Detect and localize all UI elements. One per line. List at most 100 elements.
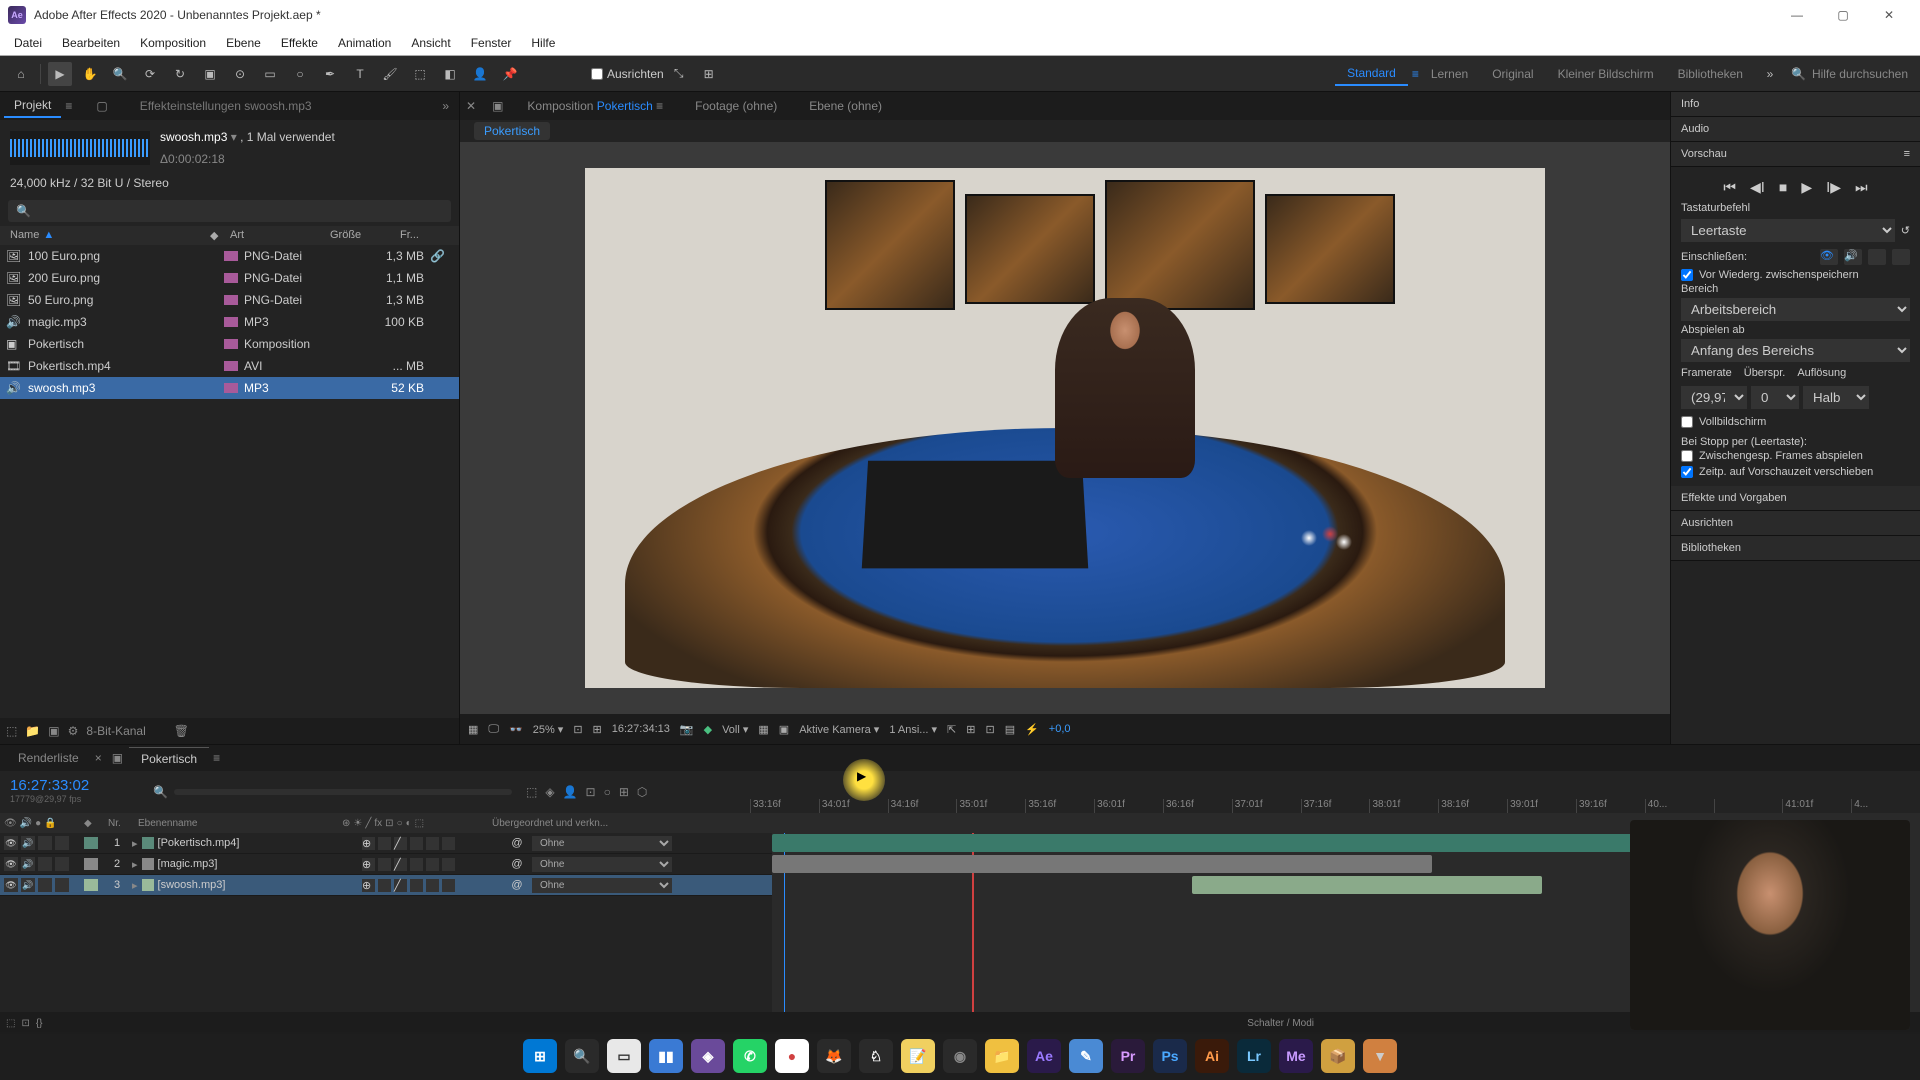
ruler-tick[interactable]: 36:01f [1094,799,1163,813]
project-item[interactable]: 🖼 50 Euro.png PNG-Datei 1,3 MB [0,289,459,311]
panel-audio[interactable]: Audio [1671,117,1920,142]
col-audio-icon[interactable]: 🔊 [20,818,32,829]
timeline-search-icon[interactable]: 🔍 [153,785,168,799]
brainstorm-icon[interactable]: ⬡ [637,785,647,799]
workspace-overflow-icon[interactable]: » [1758,62,1782,86]
comp-mini-flowchart-icon[interactable]: ⬚ [526,785,537,799]
project-item[interactable]: 🎞 Pokertisch.mp4 AVI ... MB [0,355,459,377]
puppet-tool-icon[interactable]: 📌 [498,62,522,86]
layer-row[interactable]: 👁 🔊 2 ▸ [magic.mp3] ⊕ ╱ @ Ohne [0,854,772,875]
taskbar-app[interactable]: ● [775,1039,809,1073]
workspace-kleiner[interactable]: Kleiner Bildschirm [1546,63,1666,85]
project-item[interactable]: 🔊 magic.mp3 MP3 100 KB [0,311,459,333]
label-color[interactable] [224,251,238,261]
col-name[interactable]: Name [10,229,39,241]
framerate-select[interactable]: (29,97) [1681,386,1747,409]
help-search[interactable]: 🔍 Hilfe durchsuchen [1785,65,1914,83]
panel-overflow-icon[interactable]: » [436,99,455,113]
col-solo-icon[interactable]: ● [35,818,41,829]
ruler-tick[interactable]: 41:01f [1782,799,1851,813]
snap-checkbox[interactable] [591,68,603,80]
draft-3d-icon[interactable]: ◈ [545,785,554,799]
twirl-icon[interactable]: ▸ [132,879,138,892]
maximize-button[interactable]: ▢ [1820,0,1866,30]
col-size[interactable]: Größe [326,229,396,242]
camera-snapshot-icon[interactable]: 📷 [680,723,694,736]
lock-toggle[interactable] [55,857,69,871]
eraser-tool-icon[interactable]: ◧ [438,62,462,86]
menu-hilfe[interactable]: Hilfe [521,32,565,54]
taskbar-app[interactable]: Ps [1153,1039,1187,1073]
switch-5[interactable] [426,837,439,850]
switch-3[interactable]: ╱ [394,858,407,871]
close-button[interactable]: ✕ [1866,0,1912,30]
timecode-display[interactable]: 16:27:34:13 [612,723,670,735]
last-frame-icon[interactable]: ⏭ [1855,179,1868,196]
switch-3[interactable]: ╱ [394,879,407,892]
ruler-tick[interactable]: 36:16f [1163,799,1232,813]
include-audio-icon[interactable]: 🔊 [1844,249,1862,265]
roto-tool-icon[interactable]: 👤 [468,62,492,86]
switch-4[interactable] [410,879,423,892]
taskbar-app[interactable]: Ae [1027,1039,1061,1073]
fullscreen-checkbox[interactable] [1681,416,1693,428]
label-color[interactable] [224,273,238,283]
layer-clip[interactable] [1192,876,1542,894]
include-video-icon[interactable]: 👁 [1820,249,1838,265]
pixel-aspect-icon[interactable]: ▤ [1005,723,1015,736]
first-frame-icon[interactable]: ⏮ [1723,179,1736,196]
col-lock-icon[interactable]: 🔒 [44,818,56,829]
range-select[interactable]: Arbeitsbereich [1681,298,1910,321]
taskbar-app[interactable]: ◈ [691,1039,725,1073]
layer-row[interactable]: 👁 🔊 1 ▸ [Pokertisch.mp4] ⊕ ╱ @ Ohne [0,833,772,854]
menu-ansicht[interactable]: Ansicht [401,32,460,54]
label-color[interactable] [224,295,238,305]
panel-menu-icon[interactable]: ≡ [1904,148,1910,160]
tab-komposition[interactable]: Komposition Pokertisch ≡ [519,95,671,117]
include-overlays-icon[interactable] [1868,249,1886,265]
sort-asc-icon[interactable]: ▲ [43,229,54,241]
viewer-comp-icon[interactable]: ▣ [492,99,503,113]
cached-frames-checkbox[interactable] [1681,450,1693,462]
viewer-lock-icon[interactable]: ✕ [466,99,476,113]
taskbar-app[interactable]: ✎ [1069,1039,1103,1073]
hand-tool-icon[interactable]: ✋ [78,62,102,86]
preview-res-select[interactable]: Halb [1803,386,1869,409]
clone-tool-icon[interactable]: ⬚ [408,62,432,86]
workspace-menu-icon[interactable]: ≡ [1412,67,1419,81]
tab-footage[interactable]: Footage (ohne) [687,95,785,117]
taskbar-app[interactable]: ▼ [1363,1039,1397,1073]
project-item[interactable]: 🖼 200 Euro.png PNG-Datei 1,1 MB [0,267,459,289]
current-timecode[interactable]: 16:27:33:02 [10,777,135,794]
parent-select[interactable]: Ohne [532,878,672,893]
parent-pickwhip-icon[interactable]: @ [502,858,532,870]
snap-grid-icon[interactable]: ⊞ [697,62,721,86]
workspace-biblio[interactable]: Bibliotheken [1666,63,1755,85]
pan-behind-tool-icon[interactable]: ⊙ [228,62,252,86]
menu-fenster[interactable]: Fenster [461,32,522,54]
switch-2[interactable] [378,858,391,871]
exposure-value[interactable]: +0,0 [1049,723,1071,735]
play-icon[interactable]: ▶ [1801,179,1812,196]
label-color[interactable] [224,383,238,393]
switch-1[interactable]: ⊕ [362,837,375,850]
ruler-tick[interactable]: 38:01f [1369,799,1438,813]
col-fr[interactable]: Fr... [396,229,423,242]
display-icon[interactable]: 🖵 [488,723,499,736]
ruler-tick[interactable]: 34:16f [888,799,957,813]
parent-pickwhip-icon[interactable]: @ [502,879,532,891]
ruler-tick[interactable]: 39:16f [1576,799,1645,813]
shortcut-select[interactable]: Leertaste [1681,219,1895,242]
layer-label-color[interactable] [84,879,98,891]
tab-menu-icon[interactable]: ≡ [209,751,224,765]
asset-name[interactable]: swoosh.mp3 [160,130,237,144]
switch-shy-icon[interactable]: ⊛ [342,818,350,829]
tab-projekt[interactable]: Projekt [4,94,61,118]
transparency-grid-icon[interactable]: ▦ [758,723,768,736]
taskbar-app[interactable]: ✆ [733,1039,767,1073]
taskbar-app[interactable]: ▮▮ [649,1039,683,1073]
interpret-footage-icon[interactable]: ⬚ [6,724,17,738]
effect-controls-square-icon[interactable]: ▢ [96,99,107,113]
bpc-toggle[interactable]: 8-Bit-Kanal [86,724,145,738]
taskbar-app[interactable]: ◉ [943,1039,977,1073]
